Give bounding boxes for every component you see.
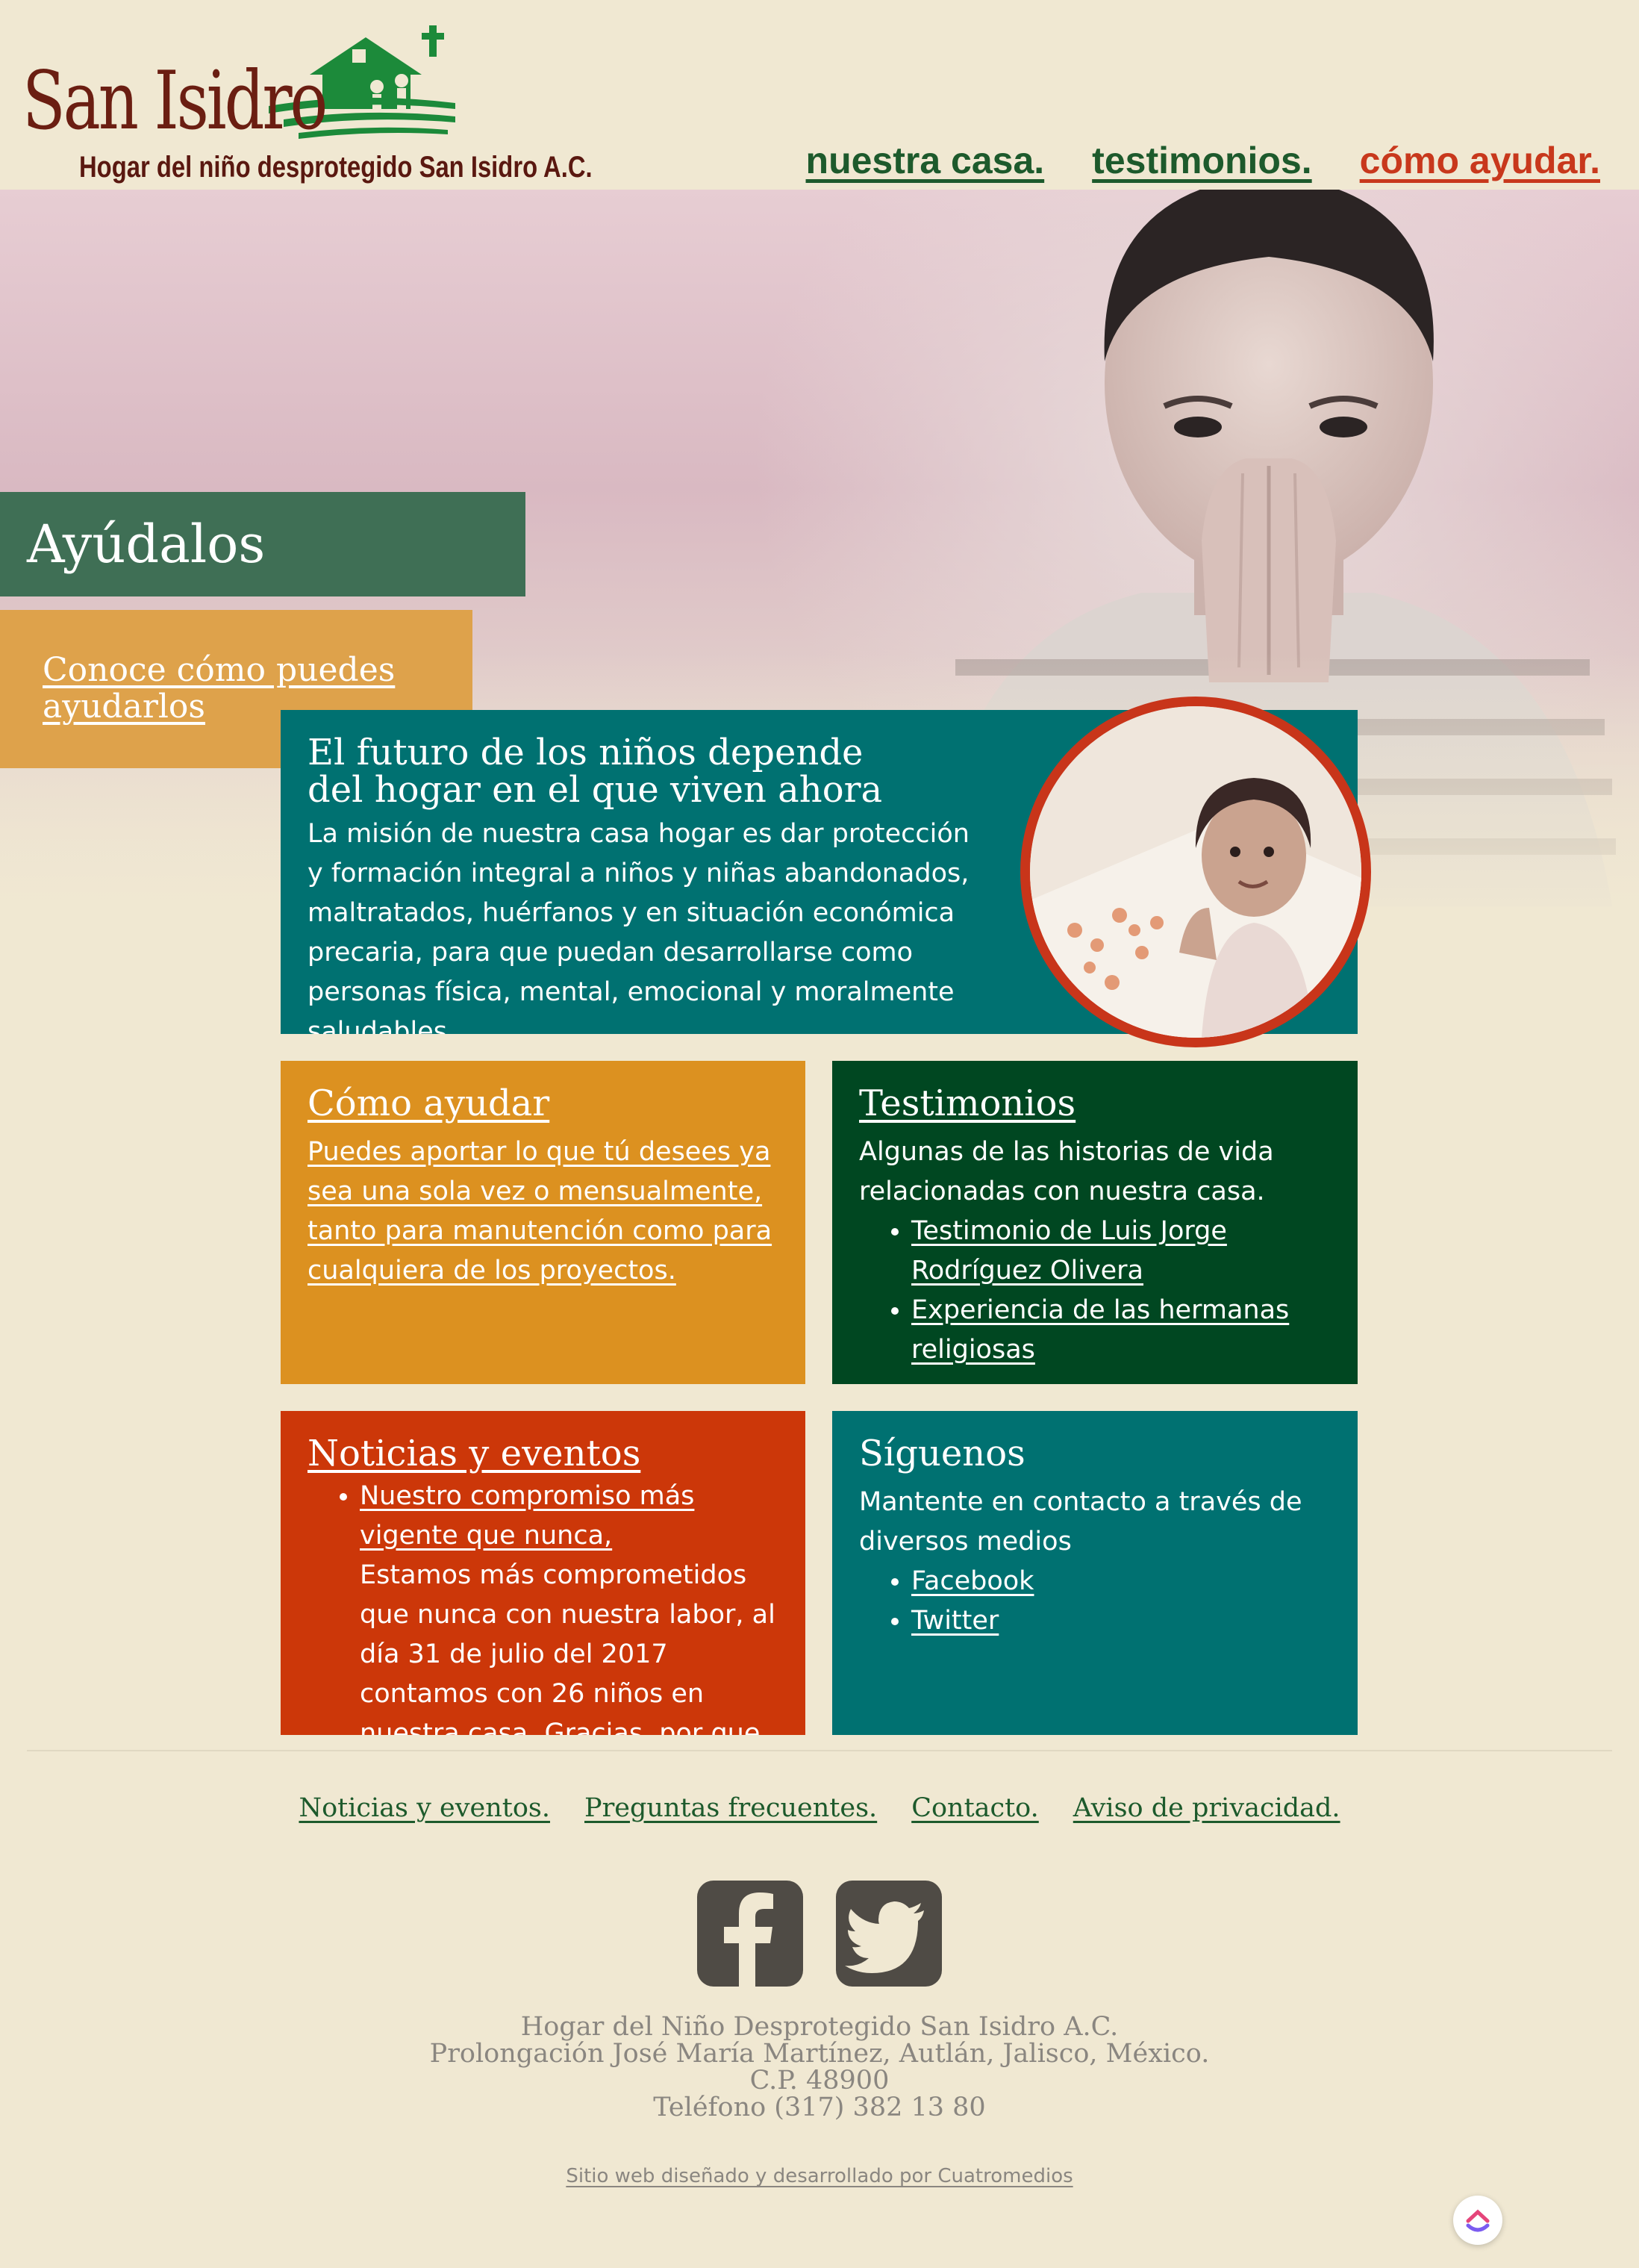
- footer-credit: Sitio web diseñado y desarrollado por Cu…: [0, 2165, 1639, 2187]
- card-noticias-title[interactable]: Noticias y eventos: [307, 1433, 640, 1474]
- card-testimonios-title[interactable]: Testimonios: [859, 1082, 1076, 1124]
- credit-link[interactable]: Sitio web diseñado y desarrollado por Cu…: [566, 2165, 1073, 2187]
- facebook-icon[interactable]: [697, 1881, 803, 1987]
- footer-link-contacto[interactable]: Contacto.: [911, 1793, 1039, 1823]
- list-item: Testimonio de Luis Jorge Rodríguez Olive…: [911, 1212, 1331, 1291]
- nav-testimonios[interactable]: testimonios.: [1092, 139, 1311, 182]
- card-como-ayudar-title[interactable]: Cómo ayudar: [307, 1082, 549, 1124]
- footer-link-noticias[interactable]: Noticias y eventos.: [299, 1793, 550, 1823]
- card-siguenos-body: Mantente en contacto a través de diverso…: [859, 1487, 1302, 1557]
- address-line: Prolongación José María Martínez, Autlán…: [429, 2039, 1210, 2069]
- nav-nuestra-casa[interactable]: nuestra casa.: [806, 139, 1045, 182]
- card-como-ayudar: Cómo ayudar Puedes aportar lo que tú des…: [281, 1061, 805, 1384]
- nav-como-ayudar[interactable]: cómo ayudar.: [1360, 139, 1600, 182]
- footer-address: Hogar del Niño Desprotegido San Isidro A…: [0, 2013, 1639, 2121]
- widget-icon: [1466, 2209, 1490, 2232]
- footer-link-preguntas[interactable]: Preguntas frecuentes.: [584, 1793, 877, 1823]
- footer-divider: [27, 1750, 1612, 1751]
- card-siguenos: Síguenos Mantente en contacto a través d…: [832, 1411, 1358, 1735]
- address-line: Teléfono (317) 382 13 80: [653, 2093, 986, 2122]
- card-como-ayudar-link[interactable]: Puedes aportar lo que tú desees ya sea u…: [307, 1137, 772, 1286]
- siguenos-facebook-link[interactable]: Facebook: [911, 1566, 1034, 1596]
- noticia-link[interactable]: Nuestro compromiso más vigente que nunca…: [360, 1481, 694, 1551]
- card-testimonios: Testimonios Algunas de las historias de …: [832, 1061, 1358, 1384]
- card-noticias: Noticias y eventos Nuestro compromiso má…: [281, 1411, 805, 1735]
- card-siguenos-title: Síguenos: [859, 1433, 1025, 1474]
- social-icons: [697, 1881, 942, 1987]
- address-line: Hogar del Niño Desprotegido San Isidro A…: [520, 2012, 1119, 2042]
- logo-title: San Isidro: [22, 54, 328, 148]
- list-item: Experiencia de las hermanas religiosas: [911, 1291, 1331, 1370]
- site-logo[interactable]: San Isidro Hogar del niño desprotegido S…: [22, 22, 593, 187]
- main-nav: nuestra casa. testimonios. cómo ayudar.: [806, 139, 1600, 182]
- testimonio-link-hermanas[interactable]: Experiencia de las hermanas religiosas: [911, 1295, 1289, 1365]
- girl-photo-icon: [1030, 706, 1361, 1038]
- noticia-excerpt: Estamos más comprometidos que nunca con …: [360, 1560, 775, 1735]
- testimonios-list: Testimonio de Luis Jorge Rodríguez Olive…: [859, 1212, 1331, 1370]
- footer-nav: Noticias y eventos. Preguntas frecuentes…: [0, 1793, 1639, 1823]
- testimonio-link-luis-jorge[interactable]: Testimonio de Luis Jorge Rodríguez Olive…: [911, 1216, 1227, 1286]
- footer-link-privacidad[interactable]: Aviso de privacidad.: [1073, 1793, 1340, 1823]
- list-item: Nuestro compromiso más vigente que nunca…: [360, 1477, 778, 1735]
- mission-title: El futuro de los niños depende del hogar…: [307, 732, 883, 811]
- address-line: C.P. 48900: [749, 2066, 890, 2096]
- hero-title: Ayúdalos: [0, 492, 525, 596]
- siguenos-list: Facebook Twitter: [859, 1562, 1331, 1641]
- noticias-list: Nuestro compromiso más vigente que nunca…: [307, 1477, 778, 1735]
- siguenos-twitter-link[interactable]: Twitter: [911, 1606, 999, 1636]
- floating-widget-button[interactable]: [1453, 2196, 1502, 2245]
- card-testimonios-body: Algunas de las historias de vida relacio…: [859, 1137, 1274, 1206]
- logo-subtitle: Hogar del niño desprotegido San Isidro A…: [79, 151, 593, 184]
- list-item: Facebook: [911, 1562, 1331, 1601]
- list-item: Twitter: [911, 1601, 1331, 1641]
- mission-body: La misión de nuestra casa hogar es dar p…: [307, 819, 970, 1034]
- mission-photo-girl: [1020, 697, 1371, 1047]
- twitter-icon[interactable]: [836, 1881, 942, 1987]
- site-header: San Isidro Hogar del niño desprotegido S…: [0, 0, 1639, 190]
